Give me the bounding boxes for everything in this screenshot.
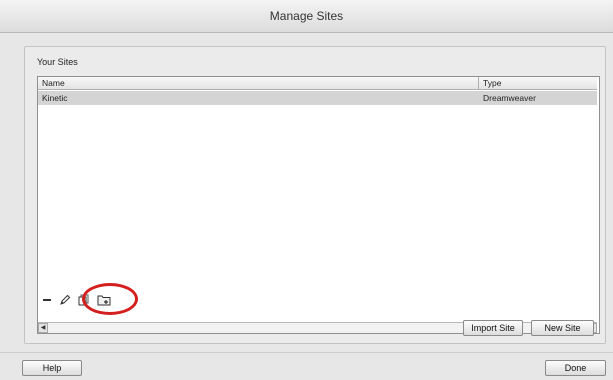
help-button[interactable]: Help bbox=[22, 360, 82, 376]
column-header-type[interactable]: Type bbox=[479, 77, 597, 90]
site-type-cell: Dreamweaver bbox=[483, 93, 536, 103]
highlight-circle bbox=[82, 283, 138, 315]
footer-divider bbox=[0, 352, 613, 353]
manage-sites-dialog: Manage Sites Your Sites Name Type Kineti… bbox=[0, 0, 613, 380]
done-button[interactable]: Done bbox=[545, 360, 606, 376]
column-header-name[interactable]: Name bbox=[38, 77, 479, 90]
site-name-cell: Kinetic bbox=[42, 93, 68, 103]
scroll-left-arrow-icon[interactable]: ◀ bbox=[38, 323, 48, 333]
minus-icon[interactable] bbox=[39, 293, 55, 307]
table-row[interactable]: Kinetic Dreamweaver bbox=[38, 91, 597, 105]
your-sites-label: Your Sites bbox=[37, 57, 78, 67]
import-site-button[interactable]: Import Site bbox=[463, 320, 523, 336]
dialog-title: Manage Sites bbox=[0, 0, 613, 33]
your-sites-panel: Your Sites Name Type Kinetic Dreamweaver… bbox=[24, 46, 606, 344]
new-site-button[interactable]: New Site bbox=[531, 320, 594, 336]
pencil-icon[interactable] bbox=[57, 293, 73, 307]
